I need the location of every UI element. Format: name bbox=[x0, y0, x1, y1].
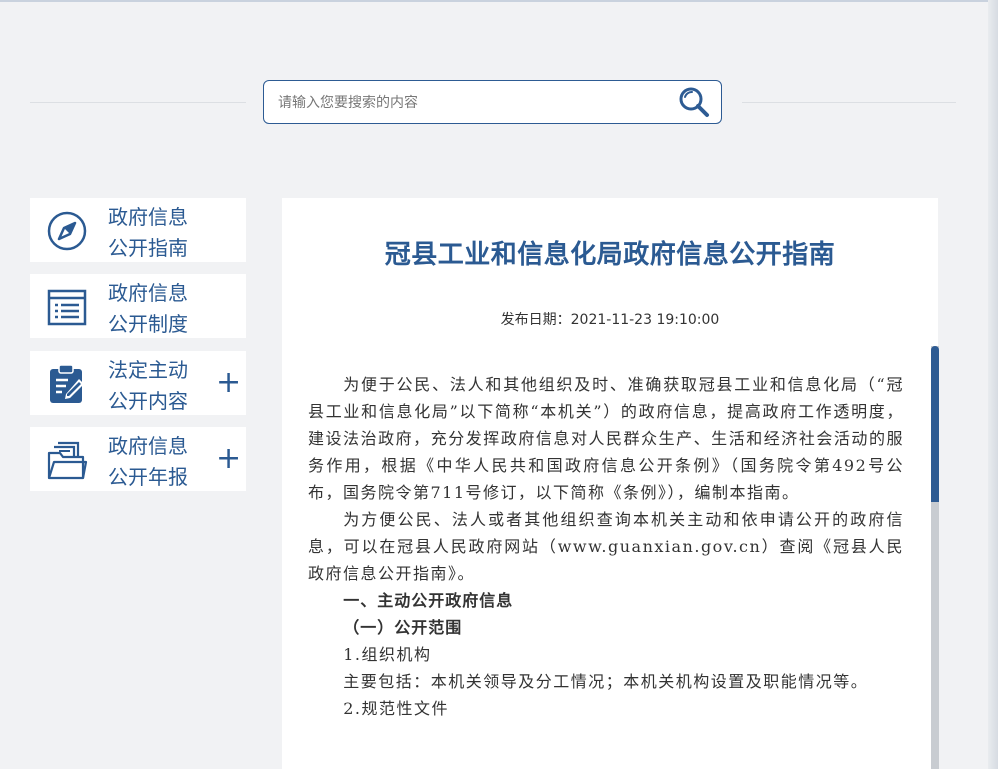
article-paragraph: 主要包括：本机关领导及分工情况；本机关机构设置及职能情况等。 bbox=[343, 672, 869, 691]
sidebar-item-annual-report[interactable]: 政府信息 公开年报 + bbox=[30, 427, 246, 491]
expand-icon[interactable]: + bbox=[216, 441, 241, 477]
subsection-heading: （一）公开范围 bbox=[343, 618, 463, 637]
section-heading: 一、主动公开政府信息 bbox=[343, 591, 514, 610]
article-body: 为便于公民、法人和其他组织及时、准确获取冠县工业和信息化局（“冠县工业和信息化局… bbox=[308, 371, 904, 722]
folder-icon bbox=[47, 441, 88, 480]
content-panel: 冠县工业和信息化局政府信息公开指南 发布日期：2021-11-23 19:10:… bbox=[282, 198, 938, 769]
search-divider-left bbox=[30, 102, 246, 103]
window-edge bbox=[988, 0, 998, 769]
sidebar-item-label: 政府信息 公开制度 bbox=[108, 281, 188, 336]
publish-date: 发布日期：2021-11-23 19:10:00 bbox=[500, 312, 720, 328]
expand-icon[interactable]: + bbox=[216, 365, 241, 401]
list-item-title: 2.规范性文件 bbox=[343, 699, 449, 718]
article-paragraph: 为便于公民、法人和其他组织及时、准确获取冠县工业和信息化局（“冠县工业和信息化局… bbox=[308, 375, 904, 502]
document-list-icon bbox=[47, 289, 87, 326]
sidebar-item-content[interactable]: 法定主动 公开内容 + bbox=[30, 351, 246, 415]
sidebar-item-label: 政府信息 公开年报 bbox=[108, 434, 188, 489]
search-icon bbox=[679, 87, 709, 117]
page-title: 冠县工业和信息化局政府信息公开指南 bbox=[384, 240, 836, 270]
sidebar-item-system[interactable]: 政府信息 公开制度 bbox=[30, 274, 246, 338]
clipboard-edit-icon bbox=[50, 364, 84, 403]
sidebar-item-label: 政府信息 公开指南 bbox=[108, 205, 188, 260]
search-button[interactable] bbox=[676, 85, 712, 119]
list-item-title: 1.组织机构 bbox=[343, 645, 432, 664]
scrollbar-thumb[interactable] bbox=[931, 346, 939, 502]
sidebar-item-guide[interactable]: 政府信息 公开指南 bbox=[30, 198, 246, 262]
search-input[interactable] bbox=[276, 90, 670, 116]
article-paragraph: 为方便公民、法人或者其他组织查询本机关主动和依申请公开的政府信息，可以在冠县人民… bbox=[308, 510, 904, 583]
sidebar-item-label: 法定主动 公开内容 bbox=[108, 358, 188, 413]
search-bar bbox=[263, 80, 722, 124]
search-divider-right bbox=[742, 102, 956, 103]
compass-icon bbox=[47, 211, 87, 251]
top-border bbox=[0, 0, 988, 2]
